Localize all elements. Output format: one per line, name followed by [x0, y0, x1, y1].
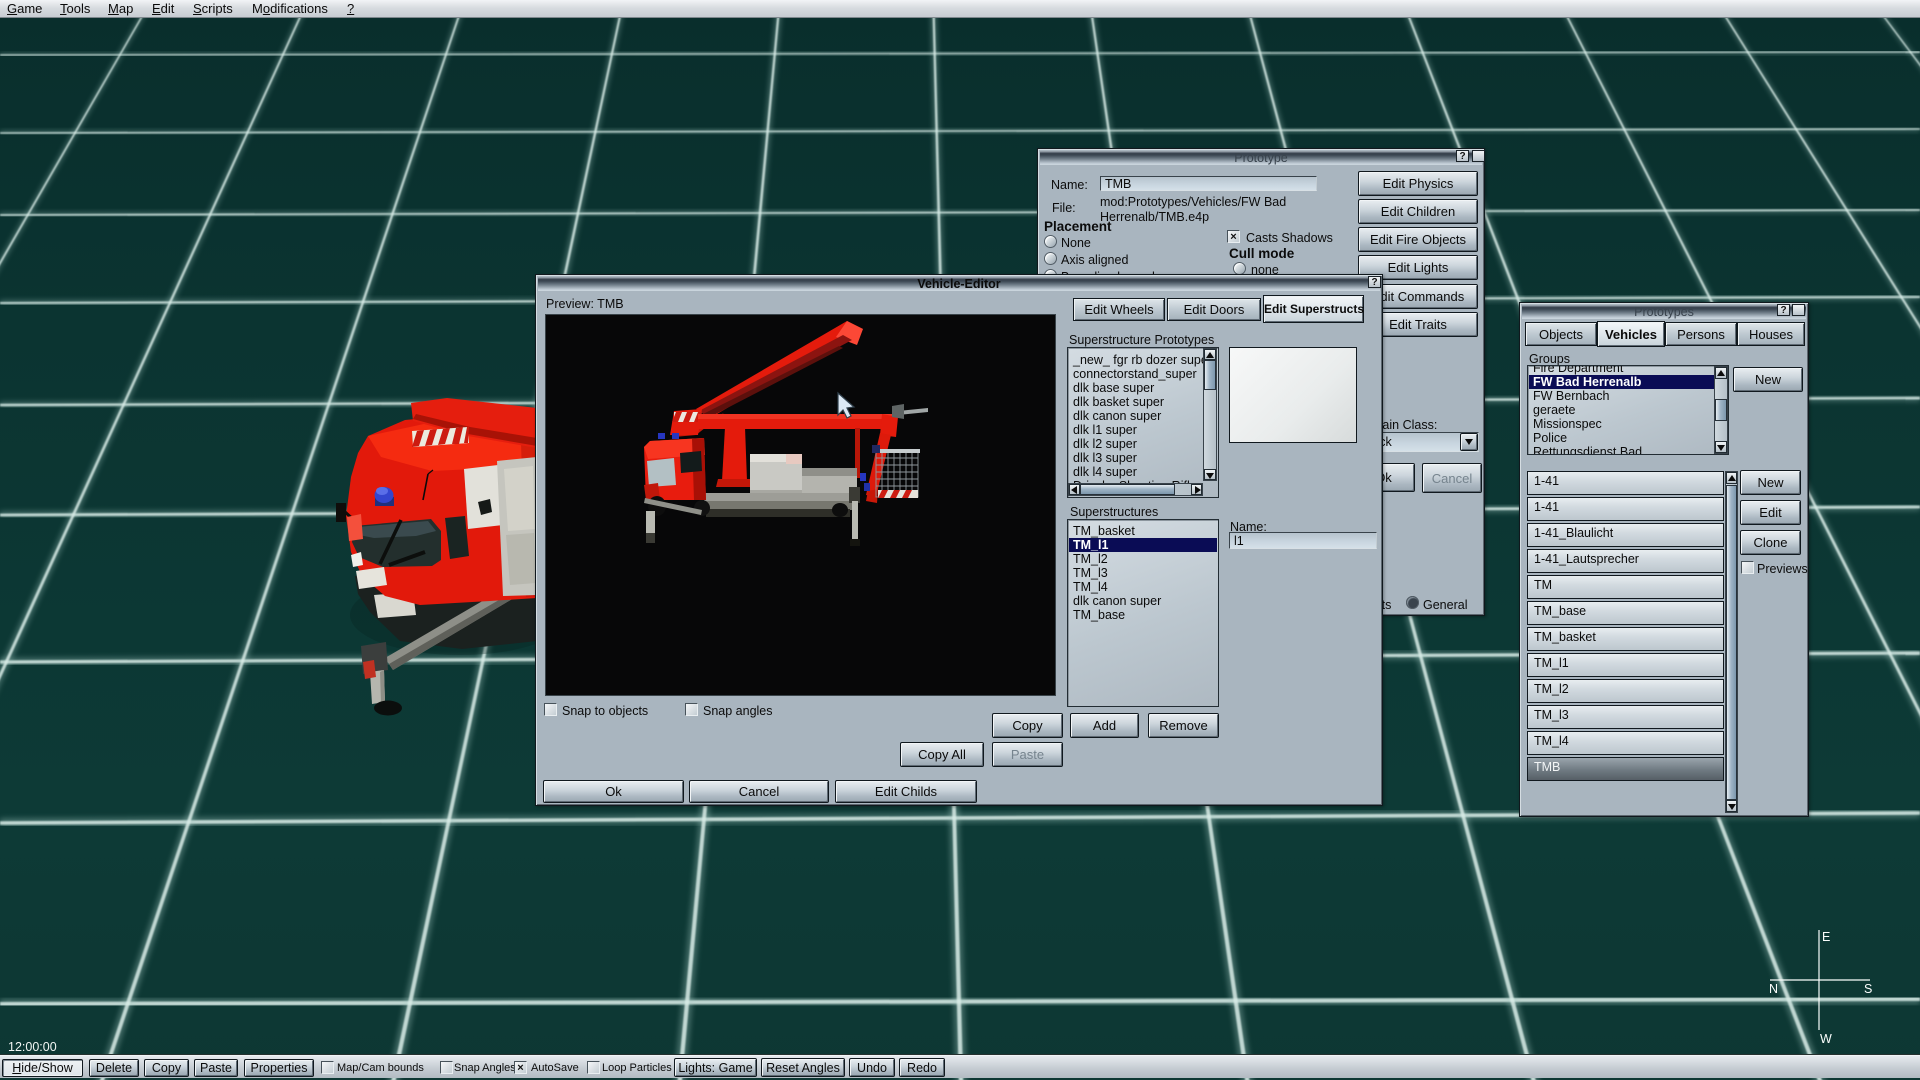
svg-text:S: S: [1864, 982, 1872, 996]
svg-text:E: E: [1822, 930, 1830, 944]
svg-text:N: N: [1769, 982, 1778, 996]
svg-text:W: W: [1820, 1032, 1832, 1046]
